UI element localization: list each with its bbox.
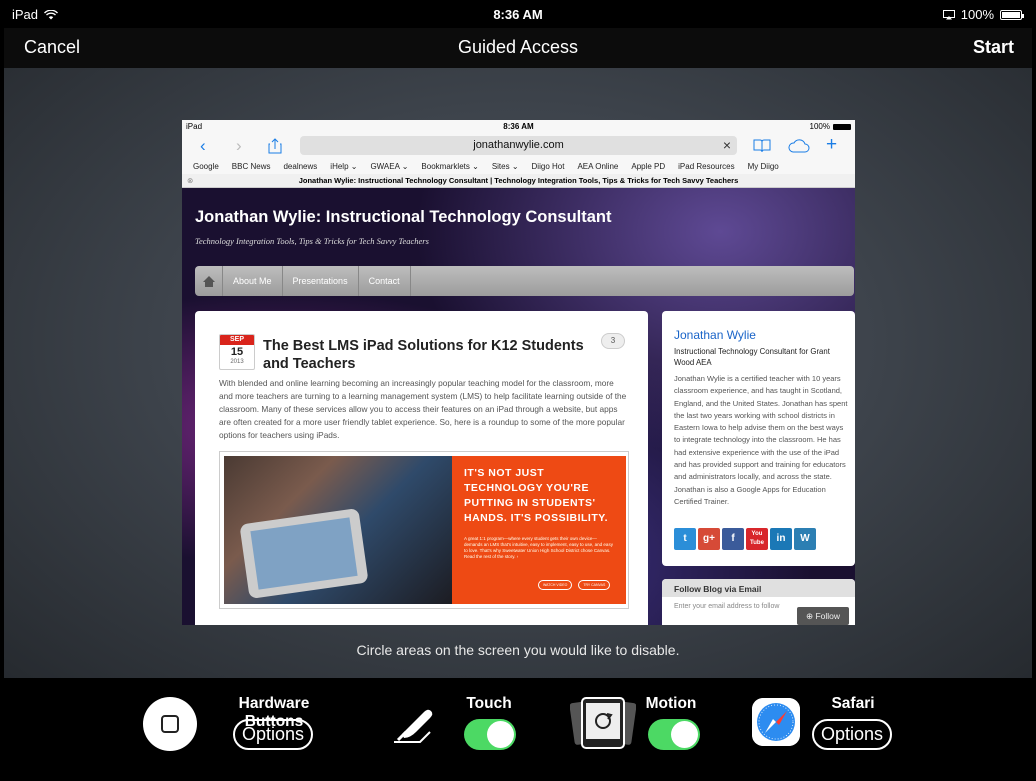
bookmark-item[interactable]: GWAEA ⌄ bbox=[370, 162, 408, 171]
clear-url-icon[interactable]: × bbox=[723, 136, 731, 155]
icloud-tabs-icon[interactable] bbox=[788, 139, 810, 153]
nav-item-about[interactable]: About Me bbox=[223, 266, 283, 296]
guided-access-canvas[interactable]: iPad 8:36 AM 100% ‹ › jonathanwylie.com … bbox=[4, 68, 1032, 678]
bookmark-item[interactable]: BBC News bbox=[232, 162, 271, 171]
follow-heading: Follow Blog via Email bbox=[662, 579, 855, 597]
app-screenshot-preview[interactable]: iPad 8:36 AM 100% ‹ › jonathanwylie.com … bbox=[182, 120, 855, 625]
safari-label: Safari bbox=[831, 695, 875, 712]
home-icon[interactable] bbox=[195, 266, 223, 296]
bookmark-item[interactable]: dealnews bbox=[283, 162, 317, 171]
bookmark-item[interactable]: iHelp ⌄ bbox=[330, 162, 357, 171]
date-month: SEP bbox=[220, 335, 254, 345]
webpage-content: Jonathan Wylie: Instructional Technology… bbox=[182, 188, 855, 625]
preview-battery-percent: 100% bbox=[809, 122, 830, 131]
site-tagline: Technology Integration Tools, Tips & Tri… bbox=[195, 236, 429, 246]
new-tab-icon[interactable]: + bbox=[826, 134, 837, 156]
preview-status-bar: iPad 8:36 AM 100% bbox=[182, 120, 855, 134]
blog-post: SEP 15 2013 The Best LMS iPad Solutions … bbox=[195, 311, 648, 625]
post-title[interactable]: The Best LMS iPad Solutions for K12 Stud… bbox=[263, 337, 593, 373]
bookmark-item[interactable]: AEA Online bbox=[577, 162, 618, 171]
tablet-illustration bbox=[239, 508, 369, 599]
date-badge: SEP 15 2013 bbox=[219, 334, 255, 370]
home-button-icon bbox=[143, 697, 197, 751]
bookmark-item[interactable]: Apple PD bbox=[631, 162, 665, 171]
safari-toolbar: ‹ › jonathanwylie.com × + bbox=[182, 134, 855, 158]
touch-toggle[interactable] bbox=[464, 719, 516, 750]
bookmarks-bar: Google BBC News dealnews iHelp ⌄ GWAEA ⌄… bbox=[182, 158, 855, 174]
date-year: 2013 bbox=[230, 359, 244, 365]
safari-options-button[interactable]: Options bbox=[812, 719, 892, 750]
url-field[interactable]: jonathanwylie.com × bbox=[300, 136, 737, 155]
status-bar: iPad 8:36 AM 100% bbox=[4, 0, 1032, 28]
start-button[interactable]: Start bbox=[973, 37, 1014, 58]
promo-body: A great 1:1 program—where every student … bbox=[464, 536, 613, 559]
author-name[interactable]: Jonathan Wylie bbox=[674, 328, 756, 342]
preview-battery-icon bbox=[833, 123, 851, 130]
forward-icon[interactable]: › bbox=[236, 136, 242, 156]
facebook-icon[interactable]: f bbox=[722, 528, 744, 550]
post-body: With blended and online learning becomin… bbox=[219, 378, 627, 440]
twitter-icon[interactable]: t bbox=[674, 528, 696, 550]
follow-button[interactable]: ⊕ Follow bbox=[797, 607, 849, 625]
safari-icon bbox=[752, 698, 800, 746]
guided-access-options: Hardware Buttons Options Touch Motion Sa… bbox=[4, 678, 1032, 777]
comment-count[interactable]: 3 bbox=[601, 333, 625, 349]
bookmarks-icon[interactable] bbox=[753, 139, 771, 153]
site-navigation: About Me Presentations Contact bbox=[195, 266, 854, 296]
tab-title: Jonathan Wylie: Instructional Technology… bbox=[298, 176, 739, 185]
bookmark-item[interactable]: Google bbox=[193, 162, 219, 171]
touch-label: Touch bbox=[466, 695, 512, 712]
nav-bar: Cancel Guided Access Start bbox=[4, 28, 1032, 68]
social-links: t g+ f You Tube in W bbox=[674, 528, 816, 550]
bookmark-item[interactable]: Sites ⌄ bbox=[492, 162, 519, 171]
post-image[interactable]: IT'S NOT JUST TECHNOLOGY YOU'RE PUTTING … bbox=[219, 451, 629, 609]
airplay-icon bbox=[942, 9, 955, 19]
youtube-icon[interactable]: You Tube bbox=[746, 528, 768, 550]
nav-item-presentations[interactable]: Presentations bbox=[283, 266, 359, 296]
wordpress-icon[interactable]: W bbox=[794, 528, 816, 550]
preview-time: 8:36 AM bbox=[503, 122, 534, 131]
author-sidebar: Jonathan Wylie Instructional Technology … bbox=[662, 311, 855, 566]
bookmark-item[interactable]: Bookmarklets ⌄ bbox=[421, 162, 478, 171]
bookmark-item[interactable]: My Diigo bbox=[748, 162, 779, 171]
page-title: Guided Access bbox=[457, 37, 579, 57]
back-icon[interactable]: ‹ bbox=[200, 136, 206, 156]
motion-toggle[interactable] bbox=[648, 719, 700, 750]
status-time: 8:36 AM bbox=[493, 7, 543, 22]
try-canvas-button[interactable]: TRY CANVAS bbox=[578, 580, 611, 590]
cancel-button[interactable]: Cancel bbox=[24, 37, 80, 58]
instruction-text: Circle areas on the screen you would lik… bbox=[356, 642, 680, 658]
site-title[interactable]: Jonathan Wylie: Instructional Technology… bbox=[195, 208, 612, 227]
bookmark-item[interactable]: Diigo Hot bbox=[532, 162, 565, 171]
battery-icon bbox=[1000, 9, 1024, 20]
battery-percent: 100% bbox=[960, 7, 994, 22]
bookmark-item[interactable]: iPad Resources bbox=[678, 162, 734, 171]
hardware-options-button[interactable]: Options bbox=[233, 719, 313, 750]
promo-headline: IT'S NOT JUST TECHNOLOGY YOU'RE PUTTING … bbox=[464, 467, 609, 524]
linkedin-icon[interactable]: in bbox=[770, 528, 792, 550]
motion-icon bbox=[570, 697, 636, 749]
author-role: Instructional Technology Consultant for … bbox=[674, 347, 830, 367]
share-icon[interactable] bbox=[268, 138, 282, 154]
url-text: jonathanwylie.com bbox=[473, 139, 564, 151]
motion-toggle-knob bbox=[671, 721, 698, 748]
watch-video-button[interactable]: WATCH VIDEO bbox=[538, 580, 573, 590]
nav-item-contact[interactable]: Contact bbox=[359, 266, 411, 296]
touch-icon bbox=[394, 709, 433, 743]
tab-title-bar: ⊗ Jonathan Wylie: Instructional Technolo… bbox=[182, 174, 855, 188]
canvas-promo: IT'S NOT JUST TECHNOLOGY YOU'RE PUTTING … bbox=[452, 456, 626, 604]
close-tab-icon[interactable]: ⊗ bbox=[187, 174, 193, 187]
date-day: 15 bbox=[230, 346, 244, 358]
touch-toggle-knob bbox=[487, 721, 514, 748]
students-photo bbox=[224, 456, 452, 604]
google-plus-icon[interactable]: g+ bbox=[698, 528, 720, 550]
author-bio: Jonathan Wylie is a certified teacher wi… bbox=[674, 374, 848, 506]
motion-label: Motion bbox=[645, 695, 697, 712]
